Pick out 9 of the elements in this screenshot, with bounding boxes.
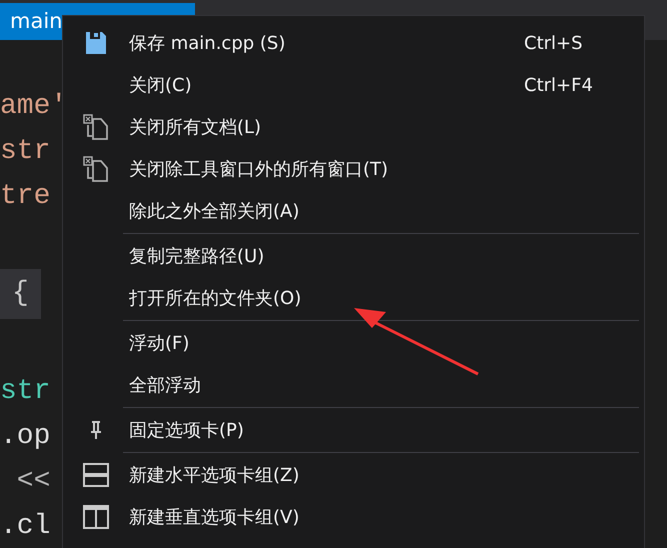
code-line: ame' xyxy=(0,90,68,124)
code-line: tre xyxy=(0,180,50,214)
code-line: str xyxy=(0,375,50,409)
code-line: str xyxy=(0,135,50,169)
shortcut-label: Ctrl+S xyxy=(524,32,584,54)
code-line: .cl xyxy=(0,510,50,544)
code-line: .op xyxy=(0,420,50,454)
shortcut-label: Ctrl+F4 xyxy=(524,74,594,96)
code-line: << xyxy=(16,465,50,499)
